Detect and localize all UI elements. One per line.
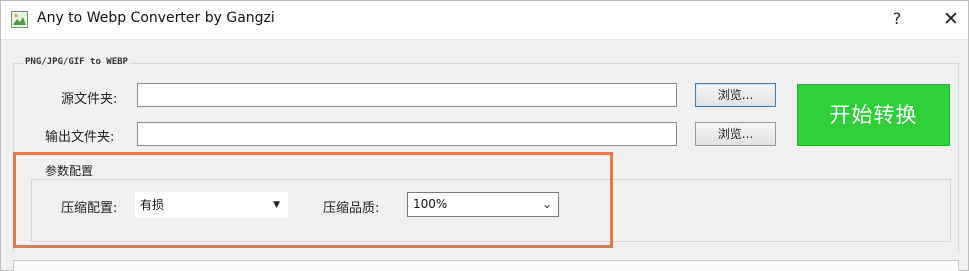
- close-button[interactable]: ✕: [936, 5, 966, 33]
- output-folder-label: 输出文件夹:: [45, 130, 115, 145]
- compression-mode-select[interactable]: 有损 ▼: [135, 192, 288, 218]
- source-folder-label: 源文件夹:: [61, 92, 118, 107]
- title-bar: Any to Webp Converter by Gangzi ? ✕: [1, 1, 968, 40]
- group-label: PNG/JPG/GIF to WEBP: [23, 57, 130, 67]
- help-button[interactable]: ?: [882, 5, 912, 33]
- app-image-icon: [11, 11, 28, 28]
- quality-value: 100%: [413, 197, 448, 211]
- quality-label: 压缩品质:: [323, 201, 380, 216]
- window-title: Any to Webp Converter by Gangzi: [37, 10, 275, 26]
- source-folder-input[interactable]: [137, 83, 677, 107]
- compression-mode-value: 有损: [140, 198, 165, 212]
- param-config-title: 参数配置: [45, 164, 94, 178]
- output-browse-button[interactable]: 浏览...: [695, 122, 776, 146]
- app-window: Any to Webp Converter by Gangzi ? ✕ PNG/…: [0, 0, 969, 271]
- output-folder-input[interactable]: [137, 122, 677, 146]
- quality-select[interactable]: 100% ⌄: [407, 192, 559, 217]
- log-area[interactable]: [13, 260, 959, 271]
- start-convert-button[interactable]: 开始转换: [797, 84, 950, 146]
- source-browse-button[interactable]: 浏览...: [695, 83, 776, 107]
- compression-mode-label: 压缩配置:: [61, 201, 118, 216]
- dropdown-arrow-icon: ▼: [273, 200, 280, 210]
- chevron-down-icon: ⌄: [541, 197, 552, 211]
